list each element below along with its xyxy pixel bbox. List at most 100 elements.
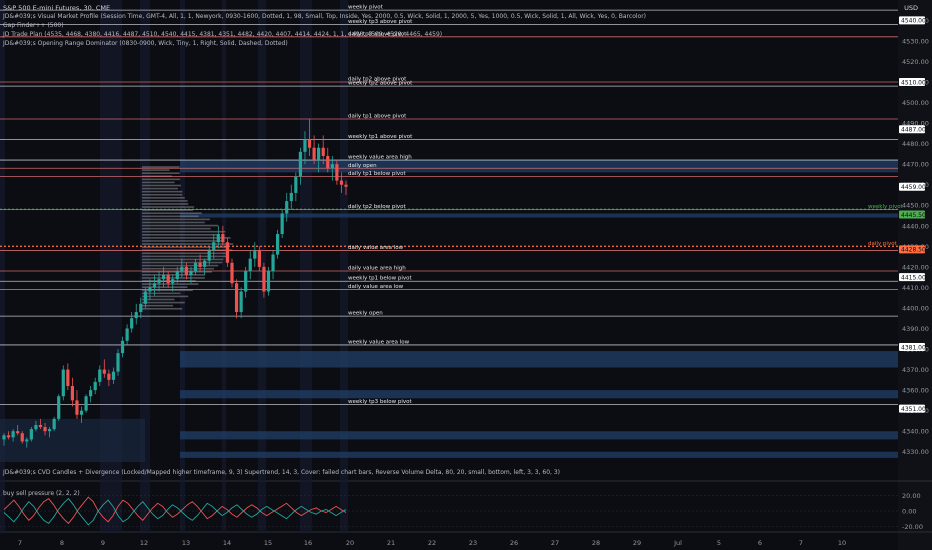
- x-tick-label: 26: [510, 539, 518, 547]
- candle-body: [266, 270, 271, 292]
- candle-body: [16, 431, 20, 434]
- level-label: weekly open: [348, 311, 383, 317]
- candle-body: [20, 433, 24, 442]
- value-zone: [180, 351, 898, 368]
- candle-body: [66, 369, 70, 386]
- level-label: weekly tp1 below pivot: [348, 276, 413, 282]
- candle-body: [207, 250, 211, 261]
- candle-body: [339, 180, 344, 185]
- value-zone: [180, 390, 898, 399]
- y-tick-label: 4360.00: [902, 387, 929, 395]
- currency-label: USD: [904, 4, 918, 12]
- volume-profile-bar: [142, 193, 183, 196]
- volume-profile-bar: [142, 190, 183, 193]
- candle-body: [34, 425, 38, 430]
- candle-body: [184, 266, 188, 276]
- candle-body: [317, 147, 321, 161]
- candle-body: [75, 400, 79, 415]
- candle-body: [38, 425, 43, 428]
- candle-body: [271, 254, 275, 271]
- candle-body: [203, 260, 207, 267]
- candle-body: [93, 381, 97, 391]
- y-tick-label: 4450.00: [902, 202, 929, 210]
- level-label: daily tp1 below pivot: [348, 171, 406, 177]
- x-tick-label: 12: [140, 539, 148, 547]
- candle-body: [79, 410, 84, 415]
- candle-body: [11, 431, 15, 438]
- volume-profile-bar: [142, 267, 215, 270]
- indicator-legend-2[interactable]: Gap Finder++ (500): [3, 22, 64, 29]
- candle-body: [312, 147, 316, 161]
- candle-body: [166, 275, 170, 284]
- candle-body: [280, 213, 284, 234]
- volume-profile-bar: [142, 240, 224, 242]
- candle-body: [162, 275, 166, 280]
- price-tag-label: 4428.50: [901, 247, 926, 254]
- volume-profile-bar: [142, 166, 180, 168]
- indicator-legend-1[interactable]: JD&#039;s Visual Market Profile (Session…: [3, 13, 646, 20]
- candle-body: [116, 353, 120, 372]
- x-tick-label: 14: [223, 539, 231, 547]
- indicator-legend-3[interactable]: JD Trade Plan (4535, 4468, 4380, 4416, 4…: [3, 31, 442, 38]
- y-tick-label: 4340.00: [902, 428, 929, 436]
- candle-body: [225, 242, 230, 263]
- candle-body: [157, 279, 161, 284]
- y-tick-label: 4370.00: [902, 366, 929, 374]
- candle-body: [134, 312, 138, 319]
- candle-body: [230, 262, 234, 284]
- candle-body: [212, 242, 216, 251]
- osc-tick-label: -20.00: [902, 523, 923, 531]
- x-tick-label: 23: [469, 539, 477, 547]
- volume-profile-bar: [142, 221, 205, 224]
- price-tag-label: 4415.00: [901, 274, 926, 281]
- candle-body: [61, 369, 65, 397]
- oscillator-legend[interactable]: buy sell pressure (2, 2, 2): [3, 490, 80, 497]
- value-zone: [180, 431, 898, 440]
- sub-indicator-legend[interactable]: JD&#039;s CVD Candles + Divergence (Lock…: [3, 469, 560, 476]
- candle-body: [143, 291, 147, 304]
- candle-body: [307, 139, 312, 148]
- volume-profile-bar: [142, 206, 195, 208]
- volume-profile-bar: [142, 258, 224, 261]
- volume-profile-bar: [142, 230, 226, 233]
- volume-profile-bar: [142, 184, 181, 187]
- candle-body: [52, 418, 56, 430]
- volume-profile-bar: [142, 264, 219, 267]
- candle-body: [70, 386, 74, 401]
- volume-profile-bar: [142, 227, 211, 230]
- candle-body: [130, 318, 134, 329]
- candle-body: [326, 155, 330, 169]
- x-tick-label: 10: [838, 539, 846, 547]
- volume-profile-bar: [142, 277, 205, 279]
- candle-body: [152, 283, 157, 288]
- candle-body: [193, 262, 198, 271]
- osc-tick-label: 20.00: [902, 492, 921, 500]
- volume-profile-bar: [142, 178, 181, 181]
- level-label: weekly value area low: [348, 339, 410, 345]
- value-zone: [180, 213, 898, 218]
- volume-profile-bar: [142, 292, 181, 295]
- candle-body: [198, 262, 202, 267]
- candle-body: [221, 234, 225, 243]
- volume-profile-bar: [142, 215, 199, 218]
- volume-profile-bar: [142, 295, 189, 298]
- price-tag-label: 4487.00: [901, 127, 926, 134]
- price-chart[interactable]: 4330.004340.004350.004360.004370.004380.…: [0, 0, 932, 550]
- candle-body: [2, 435, 6, 440]
- candle-body: [344, 184, 348, 187]
- x-tick-label: Jul: [673, 539, 682, 547]
- candle-body: [171, 279, 175, 284]
- level-label: daily open: [348, 163, 377, 169]
- volume-profile-bar: [142, 212, 202, 215]
- candle-body: [216, 234, 220, 243]
- volume-profile-bar: [142, 200, 188, 202]
- volume-profile-bar: [142, 224, 219, 227]
- level-label: weekly pivot: [348, 5, 384, 11]
- x-tick-label: 8: [60, 539, 64, 547]
- x-tick-label: 16: [304, 539, 312, 547]
- indicator-legend-4[interactable]: JD&#039;s Opening Range Dominator (0830-…: [3, 40, 288, 47]
- candle-body: [6, 435, 11, 438]
- candle-body: [189, 270, 193, 276]
- chart-background: [0, 0, 932, 550]
- x-tick-label: 7: [799, 539, 803, 547]
